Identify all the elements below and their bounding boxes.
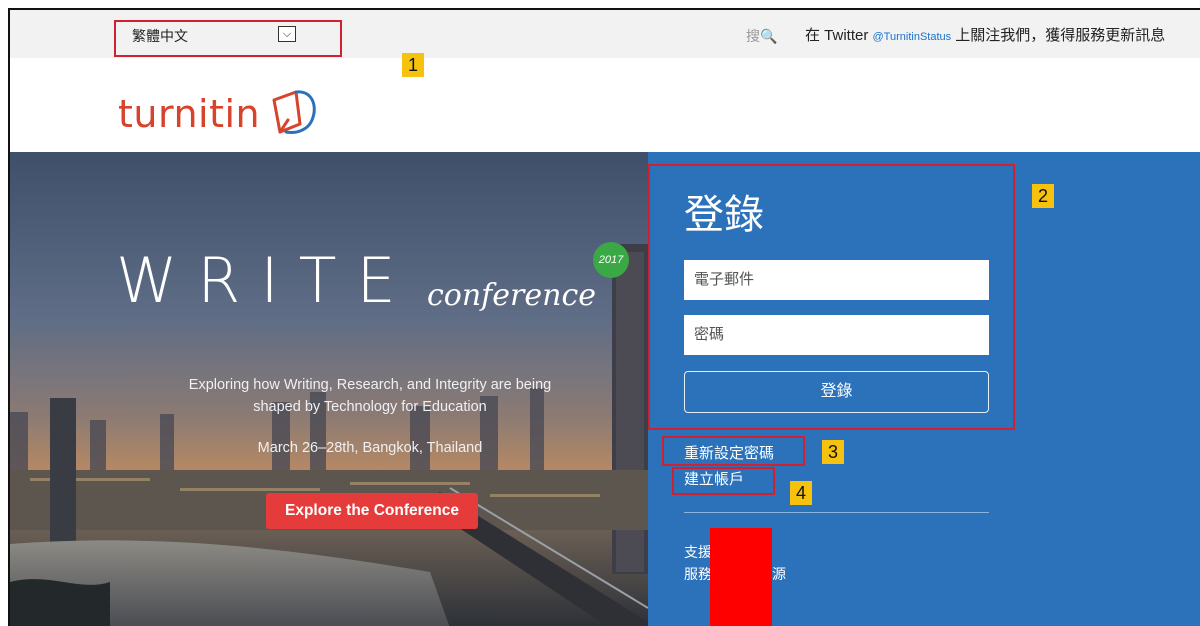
conference-tagline: Exploring how Writing, Research, and Int… [160, 374, 580, 418]
conference-script-word: conference [427, 278, 597, 313]
login-callout-box [648, 164, 1015, 430]
tagline-line-1: Exploring how Writing, Research, and Int… [188, 377, 552, 393]
reset-password-callout-box [662, 436, 805, 466]
screenshot-frame: 繁體中文 ⌵ 搜🔍 在 Twitter @TurnitinStatus 上關注我… [8, 8, 1200, 626]
twitter-text-before: 在 Twitter [805, 27, 873, 44]
twitter-handle-link[interactable]: @TurnitinStatus [873, 31, 952, 43]
twitter-follow-notice: 在 Twitter @TurnitinStatus 上關注我們，獲得服務更新訊息 [805, 24, 1165, 45]
turnitin-logo-text[interactable]: turnitin [118, 92, 260, 136]
support-link[interactable]: 支援 [684, 542, 712, 562]
divider [684, 512, 989, 513]
year-badge: 2017 [593, 242, 629, 278]
service-resources-link-suffix[interactable]: 源 [772, 564, 786, 584]
tagline-line-2: shaped by Technology for Education [253, 399, 487, 415]
create-account-callout-box [672, 467, 775, 495]
turnitin-logo-icon[interactable] [266, 84, 324, 140]
callout-number-1: 1 [402, 53, 424, 77]
redaction-block [710, 528, 772, 626]
hero-banner: WRITE conference 2017 Exploring how Writ… [10, 152, 648, 626]
service-resources-link-prefix[interactable]: 服務 [684, 564, 712, 584]
callout-number-4: 4 [790, 481, 812, 505]
conference-title: WRITE [116, 244, 416, 317]
event-date-location: March 26–28th, Bangkok, Thailand [257, 440, 483, 456]
explore-conference-button[interactable]: Explore the Conference [266, 493, 478, 529]
language-callout-box [114, 20, 342, 57]
magnifier-icon[interactable]: 🔍 [760, 28, 777, 44]
site-header: turnitin [10, 58, 1200, 152]
search-placeholder: 搜 [746, 28, 760, 44]
search-field[interactable]: 搜🔍 [746, 26, 777, 46]
callout-number-3: 3 [822, 440, 844, 464]
callout-number-2: 2 [1032, 184, 1054, 208]
twitter-text-after: 上關注我們，獲得服務更新訊息 [951, 27, 1166, 44]
